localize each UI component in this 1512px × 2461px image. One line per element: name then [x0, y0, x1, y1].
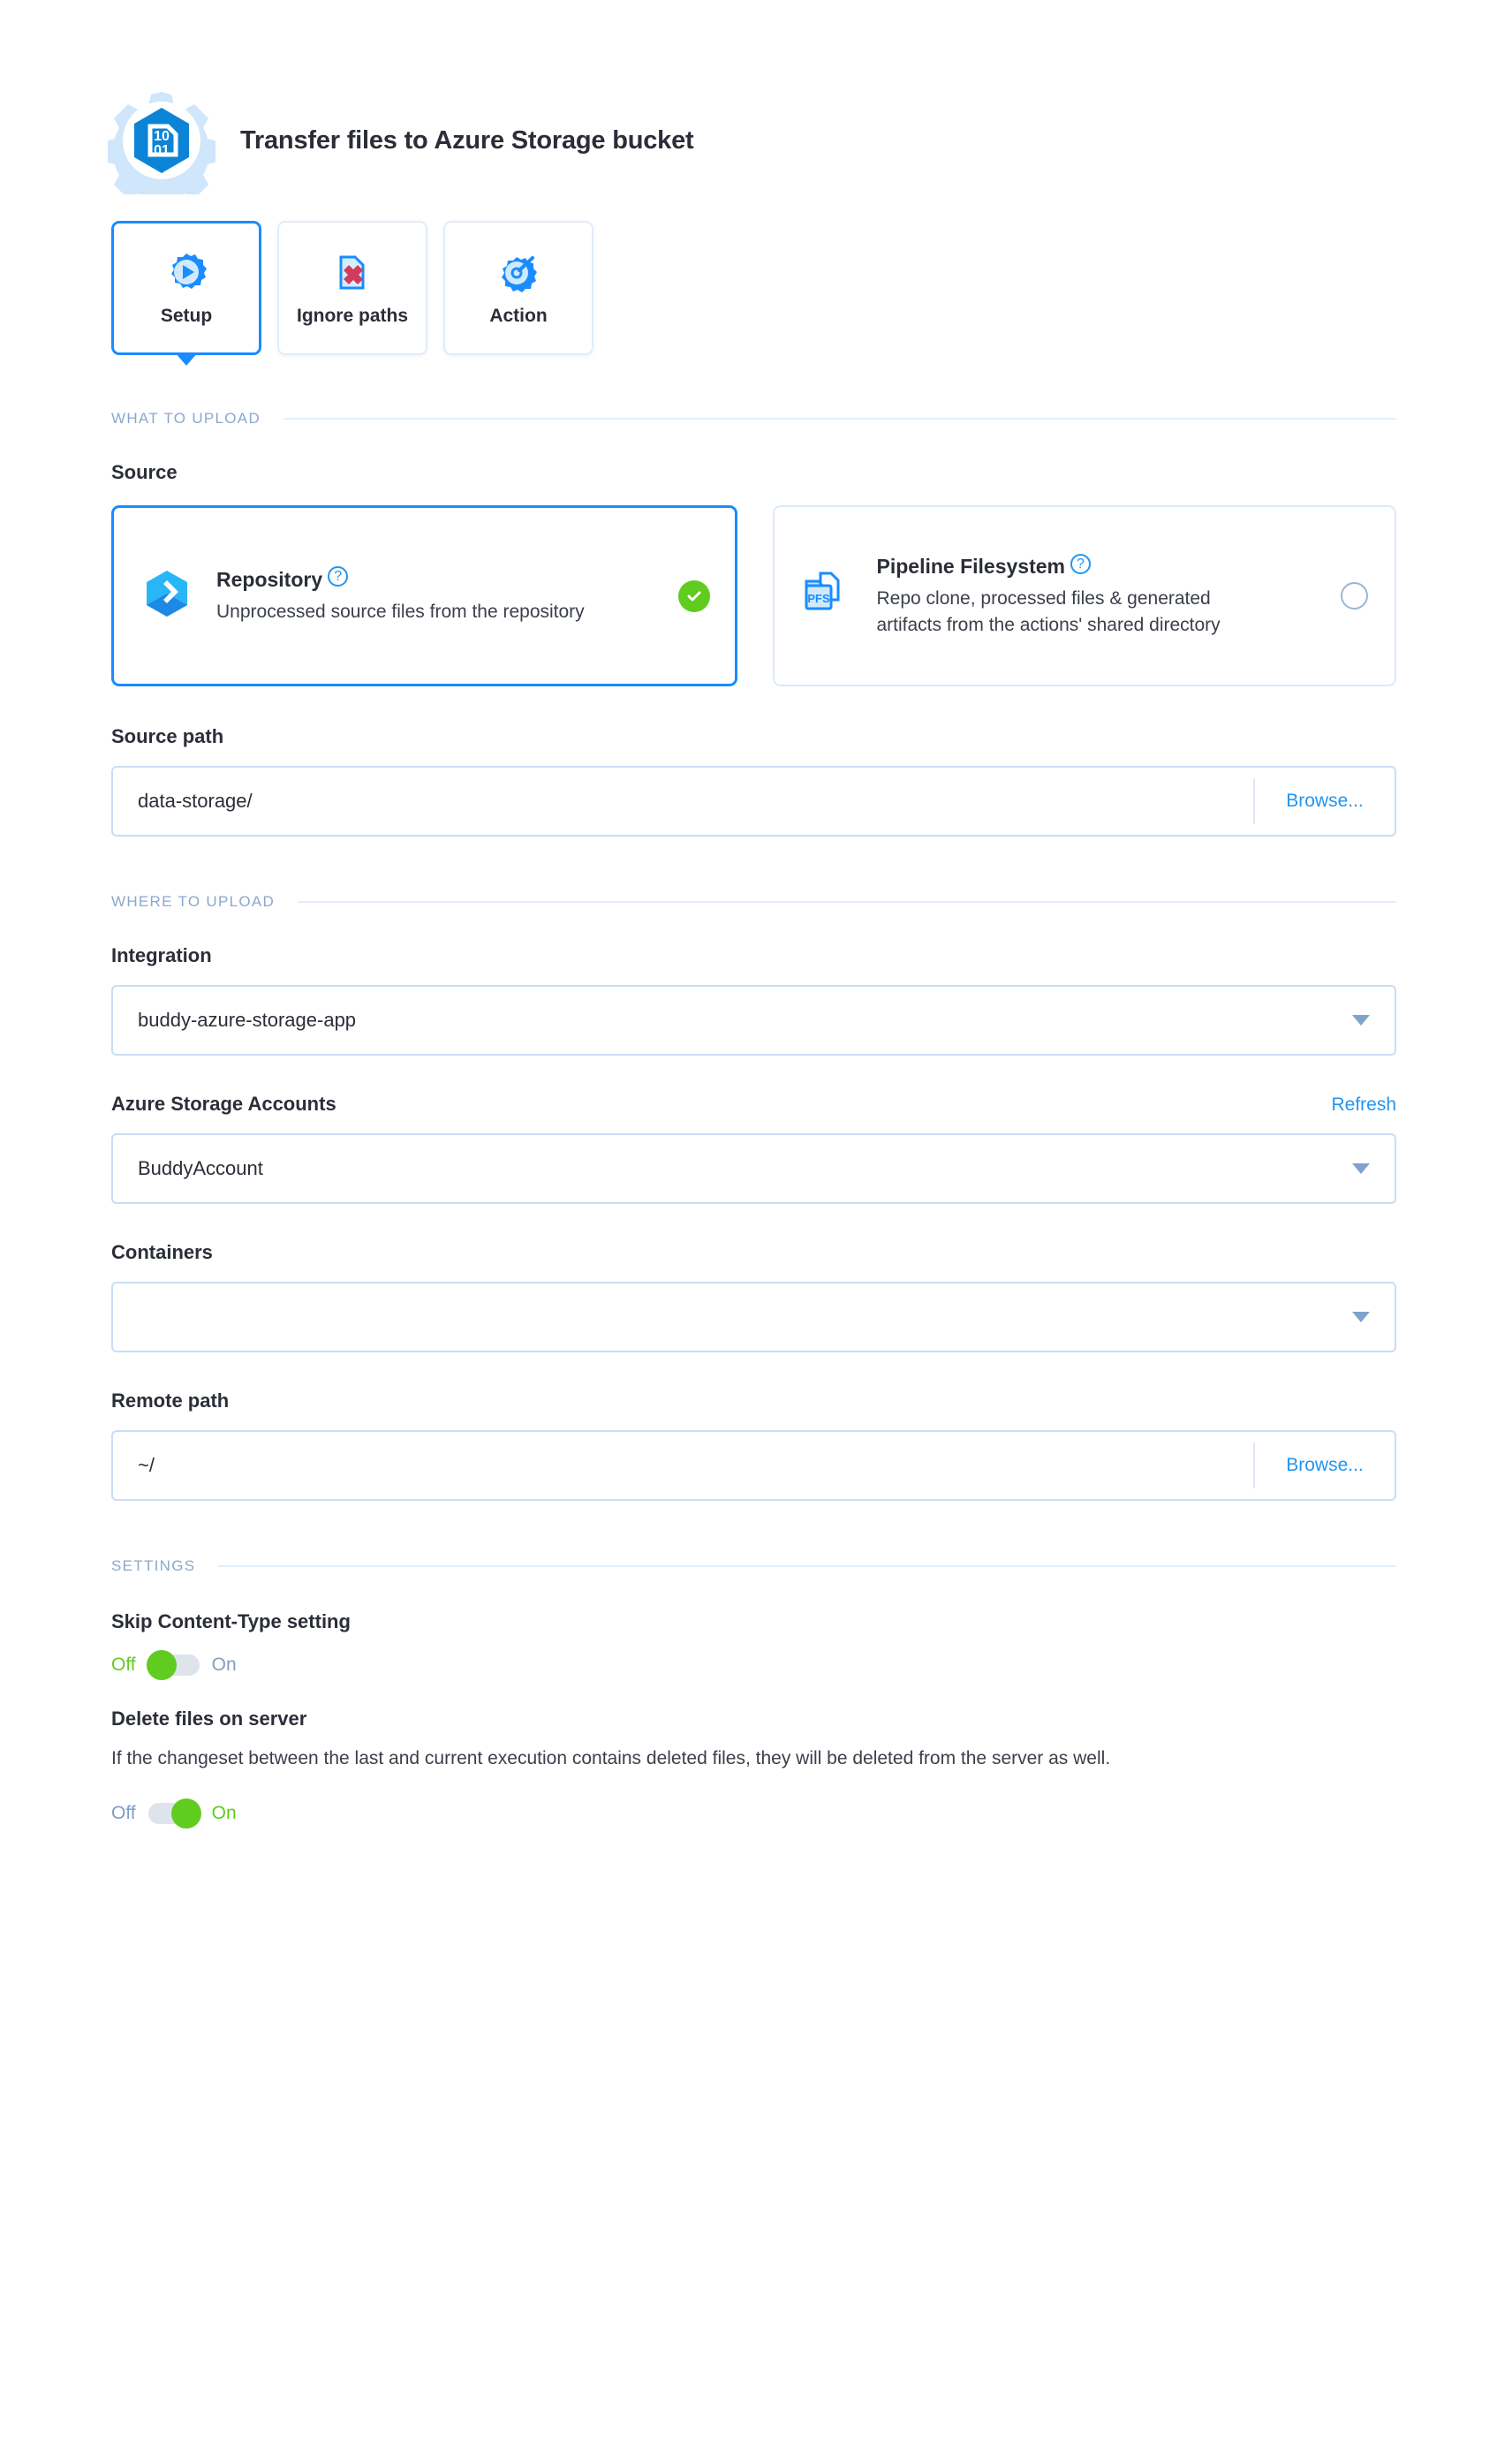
storage-accounts-label: Azure Storage Accounts [111, 1093, 336, 1115]
storage-accounts-label-row: Azure Storage Accounts Refresh [111, 1093, 1396, 1116]
skip-content-type-toggle-row: Off On [111, 1650, 1512, 1680]
remote-path-label: Remote path [111, 1390, 230, 1412]
integration-select[interactable]: buddy-azure-storage-app [111, 985, 1396, 1056]
tab-bar: Setup Ignore paths Action [0, 203, 1512, 355]
section-settings: SETTINGS [111, 1557, 1396, 1575]
pfs-folder-icon: PFS [801, 567, 858, 625]
source-option-repository-desc: Unprocessed source files from the reposi… [216, 601, 585, 622]
tab-ignore-paths-label: Ignore paths [296, 306, 408, 326]
skip-content-type-label: Skip Content-Type setting [111, 1610, 351, 1632]
check-icon [677, 579, 710, 612]
delete-files-switch[interactable] [147, 1798, 201, 1829]
tab-action-label: Action [489, 306, 548, 326]
section-divider [218, 1565, 1396, 1567]
source-options: Repository? Unprocessed source files fro… [111, 505, 1396, 686]
delete-files-toggle-row: Off On [111, 1798, 1512, 1829]
source-pfs-indicator[interactable] [1338, 582, 1370, 610]
svg-text:10: 10 [154, 129, 170, 144]
source-path-label: Source path [111, 725, 224, 747]
play-gear-icon [166, 249, 207, 295]
source-option-repository-title: Repository [216, 567, 323, 591]
action-settings-page: 10 01 Transfer files to Azure Storage bu… [0, 0, 1512, 2461]
section-where-to-upload-label: WHERE TO UPLOAD [111, 893, 276, 910]
section-where-to-upload: WHERE TO UPLOAD [111, 893, 1396, 911]
skip-content-type-on-label: On [211, 1655, 237, 1675]
help-icon[interactable]: ? [1070, 553, 1091, 574]
source-path-field[interactable]: Browse... [111, 766, 1396, 837]
section-settings-label: SETTINGS [111, 1557, 196, 1574]
source-option-repository-body: Repository? Unprocessed source files fro… [216, 566, 678, 625]
source-option-pfs-title: Pipeline Filesystem [876, 554, 1065, 578]
source-path-input[interactable] [113, 790, 1253, 813]
remote-path-input[interactable] [113, 1454, 1253, 1477]
delete-files-off-label: Off [111, 1802, 136, 1823]
source-option-pfs-body: Pipeline Filesystem? Repo clone, process… [876, 553, 1339, 639]
source-option-repository[interactable]: Repository? Unprocessed source files fro… [111, 505, 737, 686]
chevron-down-icon [1352, 1015, 1370, 1026]
tab-setup[interactable]: Setup [111, 221, 261, 355]
source-label: Source [111, 461, 178, 483]
tab-ignore-paths[interactable]: Ignore paths [277, 221, 427, 355]
help-icon[interactable]: ? [328, 566, 349, 587]
file-remove-icon [332, 249, 373, 295]
switch-knob [146, 1650, 177, 1680]
delete-files-description: If the changeset between the last and cu… [111, 1748, 1111, 1768]
source-repository-indicator[interactable] [677, 579, 710, 612]
skip-content-type-off-label: Off [111, 1655, 136, 1675]
delete-files-label: Delete files on server [111, 1708, 307, 1730]
chevron-down-icon [1352, 1312, 1370, 1322]
svg-text:PFS: PFS [807, 592, 830, 605]
source-option-pfs-desc: Repo clone, processed files & generated … [876, 587, 1221, 635]
refresh-link[interactable]: Refresh [1331, 1094, 1396, 1116]
integration-value: buddy-azure-storage-app [138, 1009, 357, 1031]
storage-accounts-select[interactable]: BuddyAccount [111, 1133, 1396, 1204]
containers-select[interactable] [111, 1282, 1396, 1352]
section-divider [298, 901, 1396, 903]
remote-path-field[interactable]: Browse... [111, 1430, 1396, 1501]
source-path-browse-button[interactable]: Browse... [1253, 778, 1395, 824]
chevron-down-icon [1352, 1163, 1370, 1174]
remote-path-browse-button[interactable]: Browse... [1253, 1443, 1395, 1488]
switch-knob [170, 1798, 201, 1829]
section-what-to-upload: WHAT TO UPLOAD [111, 410, 1396, 428]
storage-accounts-value: BuddyAccount [138, 1157, 263, 1179]
gear-wrench-icon [498, 249, 539, 295]
binary-gear-icon: 10 01 [104, 87, 218, 208]
page-title: Transfer files to Azure Storage bucket [240, 125, 694, 155]
radio-icon [1340, 582, 1368, 610]
tab-action[interactable]: Action [443, 221, 593, 355]
section-divider [284, 418, 1396, 420]
delete-files-on-label: On [211, 1802, 237, 1823]
tab-setup-label: Setup [160, 306, 213, 326]
repository-cube-icon [140, 567, 197, 625]
integration-label: Integration [111, 944, 212, 966]
page-header: 10 01 Transfer files to Azure Storage bu… [0, 0, 1512, 208]
skip-content-type-switch[interactable] [146, 1650, 200, 1680]
section-what-to-upload-label: WHAT TO UPLOAD [111, 410, 261, 427]
svg-text:01: 01 [154, 143, 170, 158]
containers-label: Containers [111, 1241, 213, 1263]
source-option-pipeline-filesystem[interactable]: PFS Pipeline Filesystem? Repo clone, pro… [772, 505, 1396, 686]
